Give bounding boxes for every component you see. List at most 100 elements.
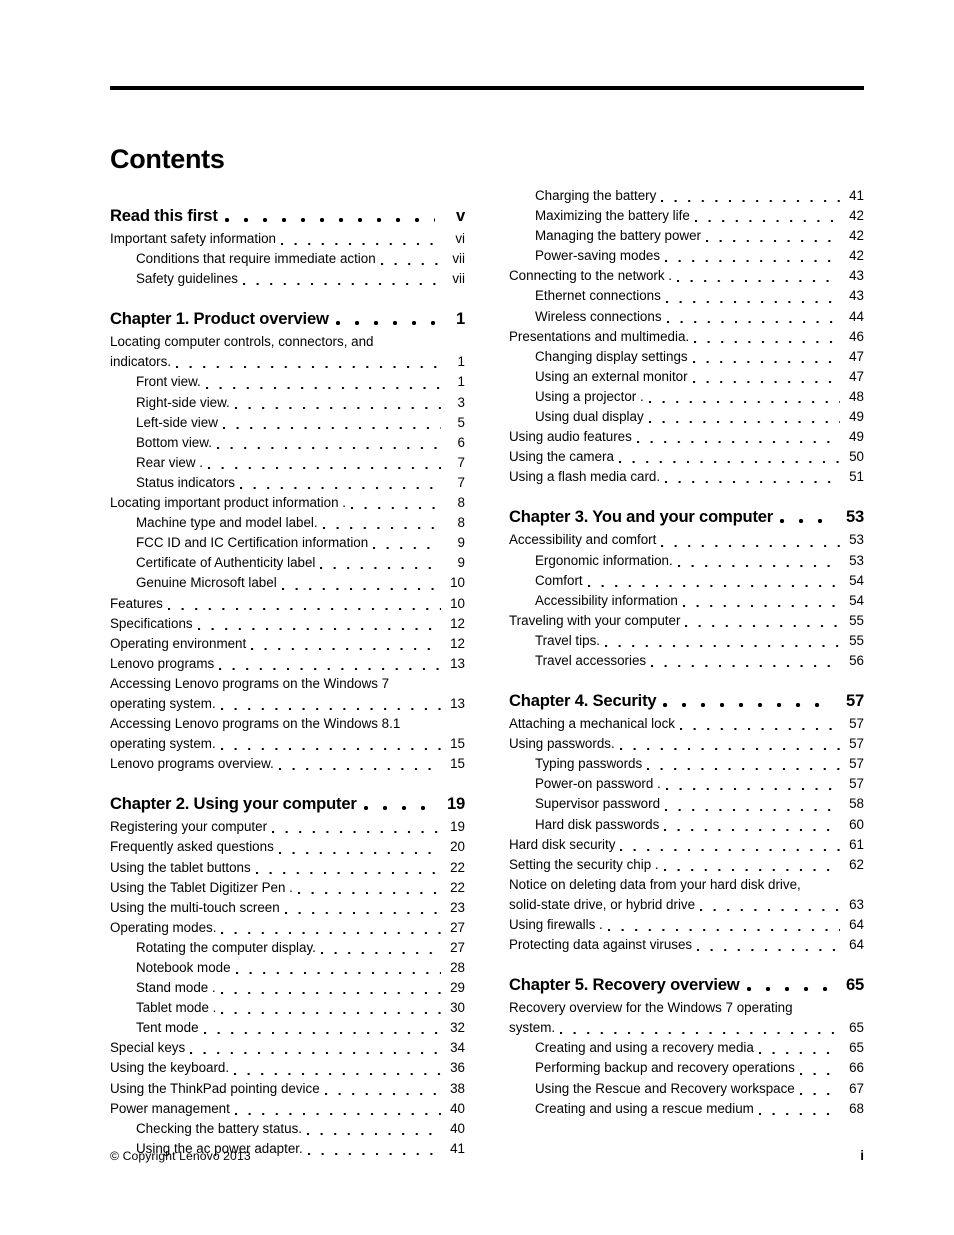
toc-entry[interactable]: Ergonomic information. 53 xyxy=(509,551,864,571)
toc-entry[interactable]: Tent mode 32 xyxy=(110,1018,465,1038)
toc-entry[interactable]: Front view. 1 xyxy=(110,372,465,392)
toc-entry[interactable]: Creating and using a rescue medium 68 xyxy=(509,1099,864,1119)
toc-entry[interactable]: Operating modes. 27 xyxy=(110,918,465,938)
toc-entry-page-number: vii xyxy=(452,271,465,287)
toc-entry[interactable]: Lenovo programs 13 xyxy=(110,654,465,674)
toc-entry[interactable]: Using a projector . 48 xyxy=(509,387,864,407)
toc-entry[interactable]: Machine type and model label. 8 xyxy=(110,513,465,533)
toc-entry[interactable]: Notice on deleting data from your hard d… xyxy=(509,875,864,915)
toc-entry[interactable]: Right-side view. 3 xyxy=(110,393,465,413)
toc-entry-label: Using firewalls . xyxy=(509,917,603,932)
toc-entry[interactable]: Accessing Lenovo programs on the Windows… xyxy=(110,674,465,714)
toc-entry[interactable]: Operating environment 12 xyxy=(110,634,465,654)
toc-entry[interactable]: Status indicators 7 xyxy=(110,473,465,493)
toc-entry[interactable]: FCC ID and IC Certification information 9 xyxy=(110,533,465,553)
toc-entry[interactable]: Specifications 12 xyxy=(110,614,465,634)
toc-entry[interactable]: Using dual display 49 xyxy=(509,407,864,427)
toc-entry[interactable]: Frequently asked questions 20 xyxy=(110,837,465,857)
toc-entry[interactable]: Tablet mode . 30 xyxy=(110,998,465,1018)
toc-entry[interactable]: Left-side view 5 xyxy=(110,413,465,433)
toc-entry[interactable]: Connecting to the network . 43 xyxy=(509,266,864,286)
toc-entry-label-line2: operating system. xyxy=(110,695,216,711)
toc-entry[interactable]: Using the keyboard. 36 xyxy=(110,1058,465,1078)
toc-entry[interactable]: Rotating the computer display. 27 xyxy=(110,938,465,958)
toc-entry[interactable]: Using the Rescue and Recovery workspace 6… xyxy=(509,1079,864,1099)
toc-entry[interactable]: Notebook mode 28 xyxy=(110,958,465,978)
toc-entry-label: Right-side view. xyxy=(136,394,230,410)
toc-entry[interactable]: Attaching a mechanical lock 57 xyxy=(509,714,864,734)
toc-entry-page-number: 55 xyxy=(849,612,864,628)
toc-entry[interactable]: Comfort 54 xyxy=(509,571,864,591)
dot-leader xyxy=(665,481,840,484)
toc-entry[interactable]: Stand mode . 29 xyxy=(110,978,465,998)
toc-entry[interactable]: Using firewalls . 64 xyxy=(509,915,864,935)
toc-entry[interactable]: Managing the battery power 42 xyxy=(509,226,864,246)
dot-leader xyxy=(234,1072,441,1075)
toc-entry-page-number: 57 xyxy=(845,691,864,711)
toc-entry-label: Chapter 3. You and your computer xyxy=(509,507,774,527)
toc-entry[interactable]: Registering your computer 19 xyxy=(110,817,465,837)
toc-entry[interactable]: Accessibility information 54 xyxy=(509,591,864,611)
toc-entry[interactable]: Rear view . 7 xyxy=(110,453,465,473)
toc-entry[interactable]: Traveling with your computer 55 xyxy=(509,611,864,631)
toc-entry[interactable]: Safety guidelines vii xyxy=(110,269,465,289)
toc-entry[interactable]: Features 10 xyxy=(110,594,465,614)
toc-entry[interactable]: Locating computer controls, connectors, … xyxy=(110,332,465,372)
toc-entry[interactable]: Special keys 34 xyxy=(110,1038,465,1058)
toc-entry[interactable]: Locating important product information .… xyxy=(110,493,465,513)
toc-entry[interactable]: Creating and using a recovery media 65 xyxy=(509,1038,864,1058)
toc-entry[interactable]: Travel tips. 55 xyxy=(509,631,864,651)
toc-chapter-entry[interactable]: Chapter 1. Product overview 1 xyxy=(110,308,465,330)
toc-entry[interactable]: Power-saving modes 42 xyxy=(509,246,864,266)
toc-chapter-entry[interactable]: Read this first v xyxy=(110,205,465,227)
toc-entry[interactable]: Setting the security chip . 62 xyxy=(509,855,864,875)
toc-entry[interactable]: Certificate of Authenticity label 9 xyxy=(110,553,465,573)
toc-entry[interactable]: Accessibility and comfort 53 xyxy=(509,530,864,550)
toc-chapter-entry[interactable]: Chapter 4. Security 57 xyxy=(509,690,864,712)
toc-entry[interactable]: Power management 40 xyxy=(110,1099,465,1119)
toc-entry[interactable]: Using the ThinkPad pointing device 38 xyxy=(110,1079,465,1099)
toc-entry[interactable]: Hard disk security 61 xyxy=(509,835,864,855)
toc-entry-label: Locating important product information . xyxy=(110,495,346,511)
toc-entry[interactable]: Using a flash media card. 51 xyxy=(509,467,864,487)
toc-entry-label: Setting the security chip . xyxy=(509,856,659,872)
dot-leader xyxy=(251,647,441,650)
toc-entry[interactable]: Presentations and multimedia. 46 xyxy=(509,327,864,347)
toc-entry-page-number: 57 xyxy=(849,736,864,752)
toc-entry[interactable]: Supervisor password 58 xyxy=(509,794,864,814)
toc-entry[interactable]: Important safety information vi xyxy=(110,229,465,249)
toc-entry[interactable]: Recovery overview for the Windows 7 oper… xyxy=(509,998,864,1038)
toc-entry-label: Chapter 4. Security xyxy=(509,691,657,711)
toc-entry[interactable]: Using the camera 50 xyxy=(509,447,864,467)
toc-entry[interactable]: Using the multi-touch screen 23 xyxy=(110,898,465,918)
toc-chapter-entry[interactable]: Chapter 2. Using your computer 19 xyxy=(110,793,465,815)
toc-entry[interactable]: Bottom view. 6 xyxy=(110,433,465,453)
toc-entry[interactable]: Using passwords. 57 xyxy=(509,734,864,754)
toc-entry[interactable]: Wireless connections 44 xyxy=(509,307,864,327)
toc-entry[interactable]: Lenovo programs overview. 15 xyxy=(110,754,465,774)
toc-entry[interactable]: Ethernet connections 43 xyxy=(509,286,864,306)
toc-entry[interactable]: Changing display settings 47 xyxy=(509,347,864,367)
toc-entry[interactable]: Using the tablet buttons 22 xyxy=(110,858,465,878)
toc-entry-label: Managing the battery power xyxy=(535,228,701,244)
toc-entry[interactable]: Accessing Lenovo programs on the Windows… xyxy=(110,714,465,754)
toc-entry[interactable]: Protecting data against viruses 64 xyxy=(509,935,864,955)
toc-entry-label: Recovery overview for the Windows 7 oper… xyxy=(509,1000,793,1016)
toc-entry[interactable]: Performing backup and recovery operation… xyxy=(509,1058,864,1078)
toc-chapter-entry[interactable]: Chapter 5. Recovery overview 65 xyxy=(509,974,864,996)
toc-chapter-entry[interactable]: Chapter 3. You and your computer 53 xyxy=(509,506,864,528)
toc-entry[interactable]: Maximizing the battery life 42 xyxy=(509,206,864,226)
toc-entry[interactable]: Using audio features 49 xyxy=(509,427,864,447)
toc-entry[interactable]: Using an external monitor 47 xyxy=(509,367,864,387)
toc-entry[interactable]: Hard disk passwords 60 xyxy=(509,815,864,835)
dot-leader xyxy=(322,527,441,530)
toc-entry[interactable]: Genuine Microsoft label 10 xyxy=(110,573,465,593)
toc-entry[interactable]: Travel accessories 56 xyxy=(509,651,864,671)
toc-entry[interactable]: Charging the battery 41 xyxy=(509,186,864,206)
toc-entry[interactable]: Power-on password . 57 xyxy=(509,774,864,794)
toc-entry[interactable]: Typing passwords 57 xyxy=(509,754,864,774)
toc-entry[interactable]: Checking the battery status. 40 xyxy=(110,1119,465,1139)
toc-entry-label: Using passwords. xyxy=(509,736,615,752)
toc-entry[interactable]: Conditions that require immediate action… xyxy=(110,249,465,269)
toc-entry[interactable]: Using the Tablet Digitizer Pen . 22 xyxy=(110,878,465,898)
